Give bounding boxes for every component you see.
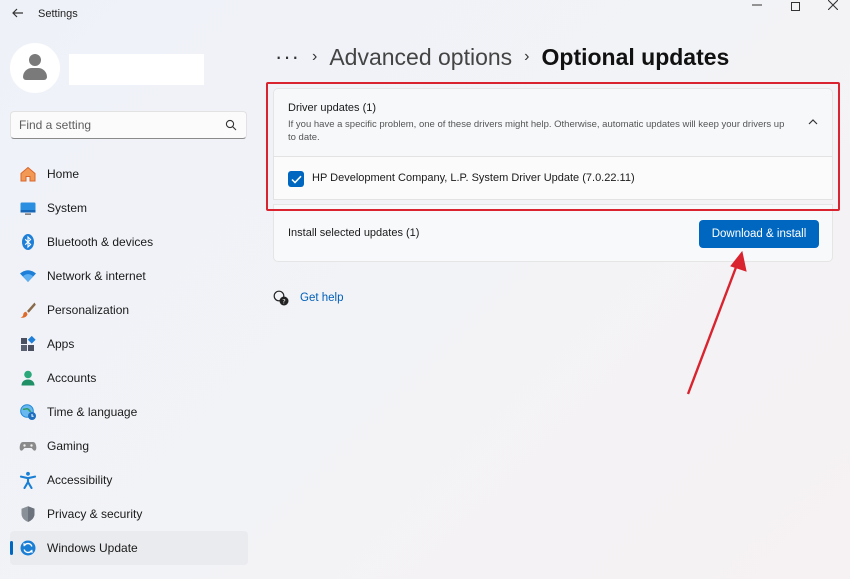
driver-updates-expander[interactable]: Driver updates (1) If you have a specifi… [273,88,833,156]
sidebar-item-label: Gaming [47,439,90,453]
driver-update-label: HP Development Company, L.P. System Driv… [312,172,635,184]
apps-icon [19,335,37,353]
avatar-body-icon [23,68,47,80]
home-icon [19,165,37,183]
install-bar: Install selected updates (1) Download & … [273,204,833,262]
windows-update-icon [19,539,37,557]
sidebar-item-label: System [47,201,88,215]
title-bar: Settings [0,0,850,28]
driver-update-item[interactable]: HP Development Company, L.P. System Driv… [273,156,833,200]
sidebar-item-windows-update[interactable]: Windows Update [10,531,248,565]
sidebar-item-label: Windows Update [47,541,138,555]
sidebar-item-system[interactable]: System [10,191,248,225]
sidebar-item-home[interactable]: Home [10,157,248,191]
sidebar-item-time-language[interactable]: Time & language [10,395,248,429]
sidebar-item-personalization[interactable]: Personalization [10,293,248,327]
sidebar-item-label: Accounts [47,371,97,385]
sidebar-item-gaming[interactable]: Gaming [10,429,248,463]
back-button[interactable] [8,4,28,22]
breadcrumb: ··· › Advanced options › Optional update… [275,42,729,72]
sidebar-item-label: Bluetooth & devices [47,235,154,249]
sidebar-item-accessibility[interactable]: Accessibility [10,463,248,497]
close-icon [828,0,838,10]
globe-clock-icon [19,403,37,421]
help-chat-icon: ? [273,290,289,306]
profile-name-redacted [69,54,204,85]
avatar-head-icon [29,54,41,66]
back-arrow-icon [12,8,23,18]
sidebar-item-accounts[interactable]: Accounts [10,361,248,395]
sidebar-item-privacy-security[interactable]: Privacy & security [10,497,248,531]
breadcrumb-more-button[interactable]: ··· [275,44,300,70]
install-selected-label: Install selected updates (1) [288,227,420,239]
svg-text:?: ? [282,298,285,306]
avatar [10,43,60,93]
wifi-icon [19,267,37,285]
sidebar-item-network[interactable]: Network & internet [10,259,248,293]
sidebar-item-label: Home [47,167,80,181]
bluetooth-icon [19,233,37,251]
sidebar-item-label: Privacy & security [47,507,143,521]
brush-icon [19,301,37,319]
driver-update-checkbox[interactable] [288,171,304,187]
get-help-label: Get help [300,292,344,304]
gamepad-icon [19,437,37,455]
page-title: Optional updates [541,43,730,70]
chevron-right-icon: › [311,48,318,65]
driver-updates-title: Driver updates (1) [288,102,377,114]
sidebar-item-label: Time & language [47,405,138,419]
sidebar-item-apps[interactable]: Apps [10,327,248,361]
active-indicator [10,541,13,555]
get-help-link[interactable]: ? Get help [273,290,343,306]
minimize-button[interactable] [740,0,774,12]
search-input[interactable] [19,118,209,132]
sidebar-item-label: Network & internet [47,269,146,283]
breadcrumb-advanced-options[interactable]: Advanced options [329,44,512,71]
shield-icon [19,505,37,523]
sidebar-nav: Home System Bluetooth & devices Network … [10,157,248,565]
maximize-button[interactable] [778,0,812,13]
accessibility-icon [19,471,37,489]
sidebar-item-label: Accessibility [47,473,113,487]
sidebar-item-bluetooth[interactable]: Bluetooth & devices [10,225,248,259]
search-box[interactable] [10,111,247,139]
sidebar-item-label: Personalization [47,303,130,317]
person-icon [19,369,37,387]
checkmark-icon [290,175,302,184]
close-button[interactable] [816,0,850,12]
search-icon[interactable] [225,119,237,131]
download-install-button[interactable]: Download & install [699,220,819,248]
minimize-icon [752,4,762,6]
maximize-icon [790,1,800,11]
chevron-up-icon[interactable] [806,115,820,129]
user-profile[interactable] [10,43,210,93]
sidebar-item-label: Apps [47,337,75,351]
app-title: Settings [38,8,78,20]
driver-updates-description: If you have a specific problem, one of t… [288,119,785,143]
chevron-right-icon: › [524,48,530,65]
system-icon [19,199,37,217]
